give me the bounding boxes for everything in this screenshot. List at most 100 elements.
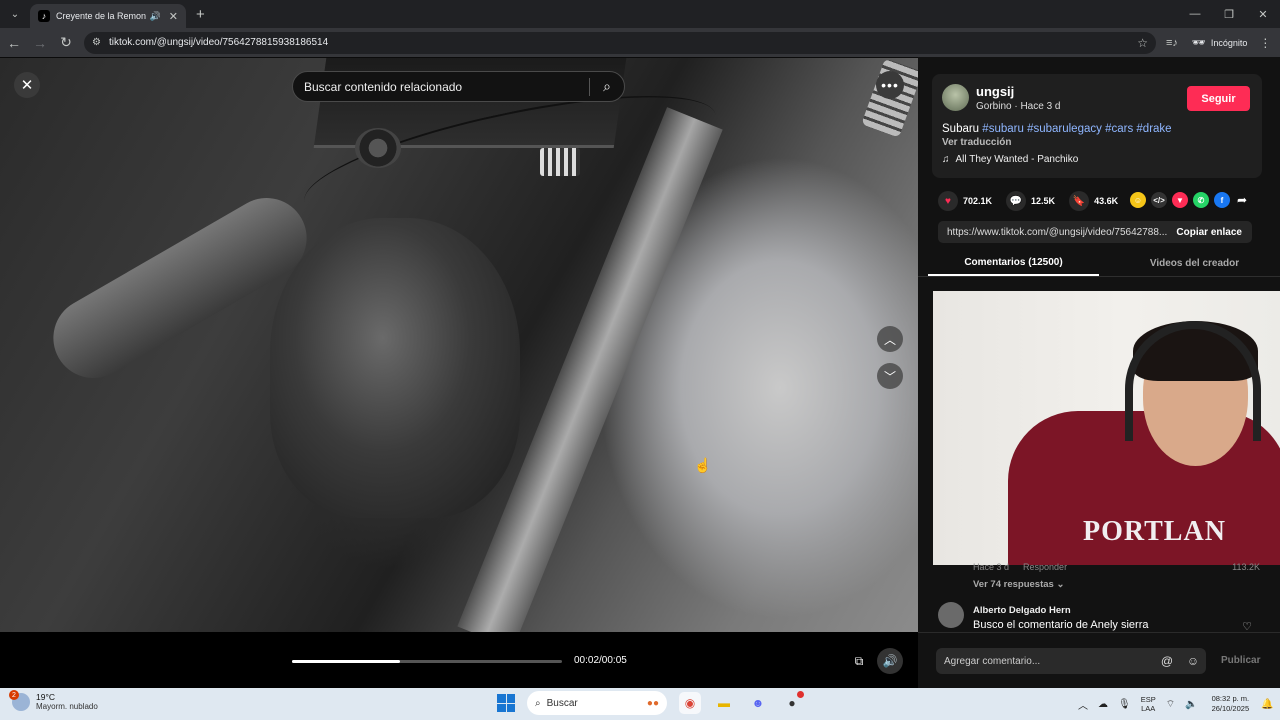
windows-start-icon[interactable] bbox=[497, 694, 515, 712]
like-count: 702.1K bbox=[963, 196, 993, 206]
webcam-overlay: PORTLAN bbox=[933, 291, 1280, 565]
speaker-icon[interactable]: 🔊 bbox=[150, 11, 161, 22]
back-button[interactable]: ← bbox=[2, 31, 26, 55]
network-cloud-icon[interactable]: ☁ bbox=[1098, 699, 1108, 710]
creator-username[interactable]: ungsij bbox=[976, 84, 1014, 99]
taskbar-search[interactable]: ⌕ Buscar ●● bbox=[527, 691, 667, 715]
url-text[interactable]: tiktok.com/@ungsij/video/756427881593818… bbox=[109, 37, 1137, 48]
incognito-icon: 🕶 bbox=[1191, 37, 1206, 49]
speaker-icon[interactable]: 🔈 bbox=[1185, 699, 1197, 710]
video-scene-lighter bbox=[355, 128, 401, 168]
comment-button[interactable]: 💬 12.5K bbox=[1006, 191, 1055, 211]
incognito-indicator[interactable]: 🕶 Incógnito bbox=[1192, 36, 1248, 49]
app-icon[interactable]: ● bbox=[781, 691, 804, 714]
hashtag-link[interactable]: #subarulegacy bbox=[1027, 123, 1102, 135]
more-options-button[interactable]: ••• bbox=[876, 71, 904, 99]
hashtag-link[interactable]: #subaru bbox=[982, 123, 1024, 135]
discord-icon[interactable]: ☻ bbox=[747, 692, 769, 714]
new-tab-button[interactable]: + bbox=[196, 6, 205, 23]
chevron-down-icon: ⌄ bbox=[1056, 579, 1065, 590]
video-progress-fill bbox=[292, 660, 400, 663]
search-icon[interactable]: ⌕ bbox=[590, 78, 624, 95]
comment-count: 12.5K bbox=[1031, 196, 1056, 206]
comment-input[interactable]: Agregar comentario... @ ☺ bbox=[936, 648, 1206, 674]
chevron-up-icon[interactable]: ︿ bbox=[1078, 697, 1088, 712]
previous-video-button[interactable]: ︿ bbox=[877, 326, 903, 352]
hand-cursor-icon: ☝ bbox=[694, 457, 712, 473]
embed-share-icon[interactable]: </> bbox=[1151, 192, 1167, 208]
comment-input-placeholder: Agregar comentario... bbox=[944, 655, 1041, 667]
forward-button[interactable]: → bbox=[28, 31, 52, 55]
share-link-box: https://www.tiktok.com/@ungsij/video/756… bbox=[938, 221, 1252, 243]
save-button[interactable]: 🔖 43.6K bbox=[1069, 191, 1118, 211]
engagement-stats: ♥ 702.1K 💬 12.5K 🔖 43.6K bbox=[938, 191, 1132, 211]
facebook-share-icon[interactable]: f bbox=[1214, 192, 1230, 208]
microphone-icon[interactable]: 🎙 bbox=[1118, 699, 1131, 710]
commenter-avatar[interactable] bbox=[938, 602, 964, 628]
video-scene-vent bbox=[540, 148, 580, 176]
reload-button[interactable]: ↻ bbox=[54, 31, 78, 55]
follow-button[interactable]: Seguir bbox=[1187, 86, 1250, 111]
site-info-icon[interactable]: ⚙ bbox=[92, 37, 101, 48]
taskbar-search-label: Buscar bbox=[546, 697, 578, 709]
mention-icon[interactable]: @ bbox=[1154, 654, 1180, 668]
tiktok-favicon-icon: ♪ bbox=[38, 10, 50, 22]
system-clock[interactable]: 08:32 p. m. 26/10/2025 bbox=[1212, 694, 1250, 714]
close-video-button[interactable]: ✕ bbox=[14, 72, 40, 98]
tab-creator-videos[interactable]: Videos del creador bbox=[1109, 251, 1280, 276]
send-share-icon[interactable]: ▼ bbox=[1172, 192, 1188, 208]
whatsapp-share-icon[interactable]: ✆ bbox=[1193, 192, 1209, 208]
notification-bell-icon[interactable]: 🔔 bbox=[1261, 699, 1273, 710]
tab-close-icon[interactable]: ✕ bbox=[169, 10, 178, 23]
tab-comments[interactable]: Comentarios (12500) bbox=[928, 251, 1099, 276]
next-video-button[interactable]: ﹀ bbox=[877, 363, 903, 389]
language-indicator[interactable]: ESP LAA bbox=[1141, 695, 1156, 713]
emoji-icon[interactable]: ☺ bbox=[1180, 654, 1206, 668]
tab-search-button[interactable]: ⌄ bbox=[4, 4, 26, 24]
share-arrow-icon[interactable]: ➦ bbox=[1237, 193, 1247, 207]
search-highlight-icon: ●● bbox=[646, 697, 659, 709]
comment-icon: 💬 bbox=[1006, 191, 1027, 211]
music-link[interactable]: ♫ All They Wanted - Panchiko bbox=[942, 154, 1078, 165]
see-translation-link[interactable]: Ver traducción bbox=[942, 137, 1011, 148]
minimize-icon[interactable]: — bbox=[1178, 0, 1212, 28]
restore-icon[interactable]: ❐ bbox=[1212, 0, 1246, 28]
weather-badge: 2 bbox=[9, 690, 19, 700]
commenter-name[interactable]: Alberto Delgado Hern bbox=[973, 605, 1071, 616]
browser-tab-active[interactable]: ♪ Creyente de la Remontadá 🔊 ✕ bbox=[30, 4, 186, 28]
reply-link[interactable]: Responder bbox=[1023, 562, 1067, 572]
wifi-icon[interactable]: ⌔ bbox=[1166, 698, 1175, 711]
language-bottom: LAA bbox=[1141, 704, 1156, 713]
address-bar[interactable]: ⚙ tiktok.com/@ungsij/video/7564278815938… bbox=[84, 31, 1156, 54]
bookmark-star-icon[interactable]: ☆ bbox=[1137, 36, 1148, 50]
clock-date: 26/10/2025 bbox=[1211, 704, 1250, 713]
hashtag-link[interactable]: #cars bbox=[1105, 123, 1133, 135]
weather-widget[interactable]: 2 19°C Mayorm. nublado bbox=[9, 690, 98, 712]
like-button[interactable]: ♥ 702.1K bbox=[938, 191, 992, 211]
browser-menu-icon[interactable]: ⋮ bbox=[1259, 36, 1271, 50]
hashtag-link[interactable]: #drake bbox=[1136, 123, 1171, 135]
tab-title: Creyente de la Remontadá bbox=[56, 11, 146, 21]
creator-avatar[interactable] bbox=[942, 84, 969, 111]
video-scene-shifter bbox=[270, 218, 520, 518]
volume-icon[interactable]: 🔊 bbox=[877, 648, 903, 674]
share-link-text[interactable]: https://www.tiktok.com/@ungsij/video/756… bbox=[938, 227, 1170, 238]
chrome-icon[interactable]: ◉ bbox=[679, 692, 701, 714]
publish-button[interactable]: Publicar bbox=[1221, 655, 1260, 666]
bookmark-icon: 🔖 bbox=[1069, 191, 1090, 211]
weather-temperature: 19°C bbox=[36, 692, 55, 702]
view-replies-label: Ver 74 respuestas bbox=[973, 579, 1054, 590]
window-close-icon[interactable]: ✕ bbox=[1246, 0, 1280, 28]
related-search-input[interactable]: Buscar contenido relacionado ⌕ bbox=[292, 71, 625, 102]
video-time: 00:02/00:05 bbox=[574, 655, 627, 666]
copy-link-button[interactable]: Copiar enlace bbox=[1170, 227, 1252, 238]
file-explorer-icon[interactable]: ▬ bbox=[713, 692, 735, 714]
video-progress-bar[interactable] bbox=[292, 660, 562, 663]
media-control-icon[interactable]: ≡♪ bbox=[1166, 37, 1178, 49]
related-search-placeholder: Buscar contenido relacionado bbox=[304, 79, 463, 94]
view-replies-link[interactable]: Ver 74 respuestas ⌄ bbox=[973, 579, 1064, 590]
os-taskbar: 2 19°C Mayorm. nublado ⌕ Buscar ●● ◉ ▬ ☻… bbox=[0, 688, 1280, 720]
video-frame[interactable] bbox=[0, 58, 918, 632]
friends-share-icon[interactable]: ☺ bbox=[1130, 192, 1146, 208]
picture-in-picture-icon[interactable]: ⧉ bbox=[847, 650, 871, 672]
